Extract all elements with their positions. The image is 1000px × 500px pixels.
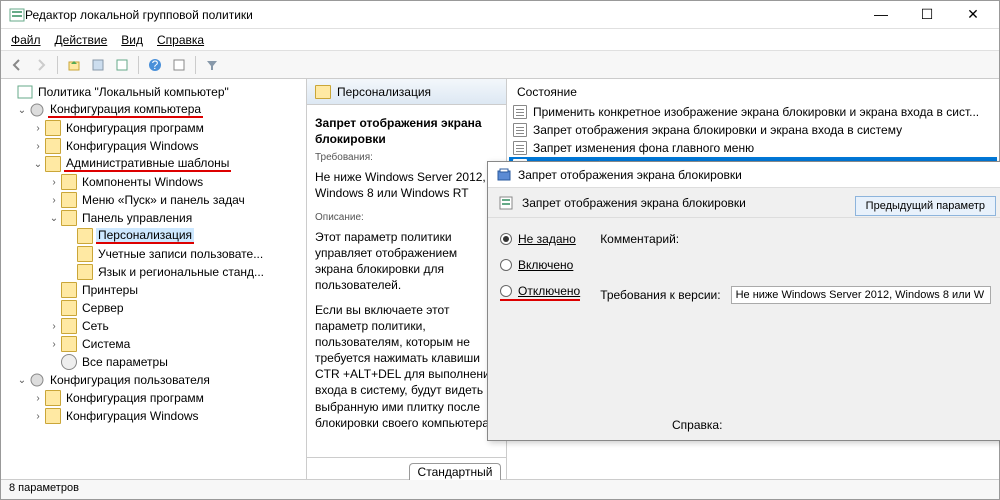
folder-icon	[77, 228, 93, 244]
menu-action[interactable]: Действие	[55, 33, 108, 47]
app-icon	[9, 7, 25, 23]
window-title: Редактор локальной групповой политики	[25, 8, 867, 22]
details-pane: Персонализация Запрет отображения экрана…	[307, 79, 507, 479]
tree-item[interactable]: Сервер	[80, 301, 126, 315]
minimize-button[interactable]: —	[867, 6, 895, 23]
dialog-icon	[496, 167, 512, 183]
comment-label: Комментарий:	[600, 232, 679, 246]
tree-item[interactable]: Конфигурация программ	[64, 391, 206, 405]
help-button[interactable]: ?	[145, 55, 165, 75]
maximize-button[interactable]: ☐	[913, 6, 941, 23]
gear-icon	[61, 354, 77, 370]
expand-icon[interactable]: ⌄	[15, 105, 29, 116]
radio-enabled[interactable]: Включено	[500, 258, 580, 272]
list-button[interactable]	[88, 55, 108, 75]
tab-extended[interactable]: Расширенный	[313, 463, 410, 480]
folder-icon	[45, 408, 61, 424]
dialog-subtitle: Запрет отображения экрана блокировки	[522, 196, 746, 210]
tree-item[interactable]: Конфигурация Windows	[64, 409, 201, 423]
setting-icon	[513, 105, 527, 119]
radio-not-configured[interactable]: Не задано	[500, 232, 580, 246]
tree-item[interactable]: Панель управления	[80, 211, 194, 225]
tree-item[interactable]: Меню «Пуск» и панель задач	[80, 193, 247, 207]
folder-icon	[77, 264, 93, 280]
requirements-value[interactable]	[731, 286, 991, 304]
previous-setting-button[interactable]: Предыдущий параметр	[855, 196, 996, 216]
folder-icon	[45, 138, 61, 154]
folder-icon	[315, 85, 331, 99]
list-item[interactable]: Применить конкретное изображение экрана …	[509, 103, 997, 121]
toolbar: ?	[1, 51, 999, 79]
menubar: Файл Действие Вид Справка	[1, 29, 999, 51]
folder-icon	[61, 300, 77, 316]
folder-icon	[61, 282, 77, 298]
filter-button[interactable]	[202, 55, 222, 75]
folder-icon	[61, 210, 77, 226]
policy-title: Запрет отображения экрана блокировки	[315, 116, 482, 146]
tree-item[interactable]: Принтеры	[80, 283, 140, 297]
tree-admin-templates[interactable]: Административные шаблоны	[64, 156, 231, 172]
folder-icon	[61, 192, 77, 208]
menu-file[interactable]: Файл	[11, 33, 41, 47]
requirements: Не ниже Windows Server 2012, Windows 8 и…	[315, 169, 498, 201]
tree-personalization[interactable]: Персонализация	[96, 228, 194, 244]
status-bar: 8 параметров	[1, 479, 999, 499]
setting-icon	[513, 123, 527, 137]
folder-icon	[61, 318, 77, 334]
tab-standard[interactable]: Стандартный	[409, 463, 502, 480]
list-item[interactable]: Запрет отображения экрана блокировки и э…	[509, 121, 997, 139]
tree-item[interactable]: Система	[80, 337, 132, 351]
help-label: Справка:	[672, 418, 722, 432]
description: Если вы включаете этот параметр политики…	[315, 302, 498, 432]
tree-item[interactable]: Язык и региональные станд...	[96, 265, 266, 279]
back-button[interactable]	[7, 55, 27, 75]
tree-comp-config[interactable]: Конфигурация компьютера	[48, 102, 203, 118]
menu-view[interactable]: Вид	[121, 33, 143, 47]
tree-user-config[interactable]: Конфигурация пользователя	[48, 373, 212, 387]
setting-icon	[498, 195, 514, 211]
tree-item[interactable]: Учетные записи пользовате...	[96, 247, 265, 261]
tree-root[interactable]: Политика "Локальный компьютер"	[36, 85, 231, 99]
policy-dialog: Запрет отображения экрана блокировки Зап…	[487, 161, 1000, 441]
export-button[interactable]	[112, 55, 132, 75]
titlebar: Редактор локальной групповой политики — …	[1, 1, 999, 29]
folder-icon	[45, 156, 61, 172]
folder-icon	[61, 336, 77, 352]
props-button[interactable]	[169, 55, 189, 75]
column-state: Состояние	[517, 85, 577, 99]
forward-button[interactable]	[31, 55, 51, 75]
svg-text:?: ?	[152, 58, 159, 72]
tree-item[interactable]: Все параметры	[80, 355, 170, 369]
tree-item[interactable]: Компоненты Windows	[80, 175, 205, 189]
radio-disabled[interactable]: Отключено	[500, 284, 580, 301]
folder-icon	[45, 120, 61, 136]
tree-item[interactable]: Конфигурация Windows	[64, 139, 201, 153]
dialog-title: Запрет отображения экрана блокировки	[518, 168, 742, 182]
list-item[interactable]: Запрет изменения фона главного меню	[509, 139, 997, 157]
description: Этот параметр политики управляет отображ…	[315, 229, 498, 294]
folder-icon	[61, 174, 77, 190]
menu-help[interactable]: Справка	[157, 33, 204, 47]
tree-item[interactable]: Сеть	[80, 319, 111, 333]
nav-tree[interactable]: Политика "Локальный компьютер" ⌄ Конфигур…	[1, 79, 307, 479]
close-button[interactable]: ✕	[959, 6, 987, 23]
setting-icon	[513, 141, 527, 155]
up-button[interactable]	[64, 55, 84, 75]
folder-icon	[45, 390, 61, 406]
folder-icon	[77, 246, 93, 262]
tree-item[interactable]: Конфигурация программ	[64, 121, 206, 135]
details-header: Персонализация	[337, 85, 431, 99]
requirements-label: Требования к версии:	[600, 288, 720, 302]
